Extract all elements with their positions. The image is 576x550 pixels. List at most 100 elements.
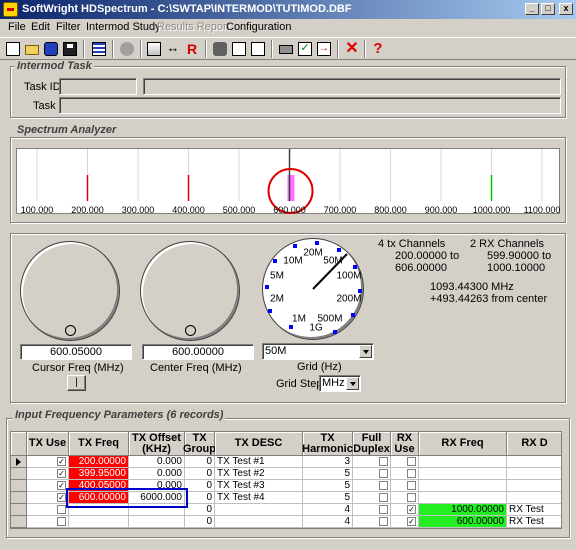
cell-tx-group[interactable]: 0 [185, 456, 215, 468]
cell-rx-desc[interactable] [507, 492, 561, 504]
checkbox[interactable] [379, 469, 388, 478]
column-header-tx-use[interactable]: TX Use [27, 432, 69, 456]
cell-tx-offset[interactable]: 0.000 [129, 456, 185, 468]
cell-full-duplex[interactable] [353, 516, 391, 528]
grid-icon[interactable] [145, 40, 163, 58]
cell-tx-harmonic[interactable]: 5 [303, 492, 353, 504]
cell-rx-freq[interactable] [419, 456, 507, 468]
save-icon[interactable] [61, 40, 79, 58]
column-header-rx-use[interactable]: RX Use [391, 432, 419, 456]
checkbox[interactable] [379, 457, 388, 466]
checkbox-checked[interactable]: ✓ [57, 493, 66, 502]
cell-tx-offset[interactable] [129, 516, 185, 528]
cell-full-duplex[interactable] [353, 468, 391, 480]
row-selector[interactable] [11, 480, 27, 492]
cell-tx-desc[interactable]: TX Test #4 [215, 492, 303, 504]
title-bar[interactable]: SoftWright HDSpectrum - C:\SWTAP\INTERMO… [0, 0, 576, 19]
document-icon[interactable] [230, 40, 248, 58]
minimize-button[interactable]: _ [525, 3, 539, 15]
row-indicator-header[interactable] [11, 432, 27, 456]
cell-full-duplex[interactable] [353, 492, 391, 504]
chevron-down-icon[interactable] [346, 377, 359, 390]
open-database-icon[interactable] [42, 40, 60, 58]
checkbox-checked[interactable]: ✓ [407, 517, 416, 526]
checkbox[interactable] [379, 505, 388, 514]
cell-rx-freq[interactable]: 600.00000 [419, 516, 507, 528]
frequency-table[interactable]: TX Use ✓ ✓ ✓ ✓ TX Freq 200.00000 399.95000 400.0… [10, 431, 562, 529]
cell-tx-group[interactable]: 0 [185, 516, 215, 528]
cell-tx-harmonic[interactable]: 5 [303, 468, 353, 480]
checkbox-checked[interactable]: ✓ [407, 505, 416, 514]
cursor-freq-input[interactable]: 600.05000 [20, 344, 132, 360]
column-header-rx-desc[interactable]: RX D [507, 432, 561, 456]
cell-rx-desc[interactable] [507, 480, 561, 492]
cell-tx-harmonic[interactable]: 4 [303, 516, 353, 528]
cell-rx-desc[interactable] [507, 468, 561, 480]
cell-tx-use[interactable] [27, 504, 69, 516]
cell-rx-use[interactable]: ✓ [391, 504, 419, 516]
cursor-freq-knob[interactable] [20, 241, 120, 341]
check-edit-icon[interactable]: ✓ [296, 40, 314, 58]
menu-filter[interactable]: Filter [56, 21, 80, 33]
cell-tx-freq[interactable]: 200.00000 [69, 456, 129, 468]
grid-dial[interactable]: 1M 2M 5M 10M 20M 50M 100M 200M 500M 1G [262, 238, 364, 340]
cell-rx-desc[interactable]: RX Test [507, 504, 561, 516]
column-header-tx-group[interactable]: TX Group [183, 432, 216, 456]
cell-tx-use[interactable]: ✓ [27, 480, 69, 492]
checkbox[interactable] [57, 517, 66, 526]
list-icon[interactable] [90, 40, 108, 58]
menu-results-report[interactable]: Results Report [157, 21, 230, 33]
close-button[interactable]: x [559, 3, 573, 15]
app-icon[interactable] [3, 2, 18, 17]
spectrum-plot[interactable]: 100.000 200.000 300.000 400.000 500.000 600.0… [16, 148, 560, 215]
checkbox[interactable] [379, 493, 388, 502]
grid-step-select[interactable]: MHz [319, 375, 361, 392]
delete-x-icon[interactable]: ✕ [343, 40, 361, 58]
column-header-tx-offset[interactable]: TX Offset (KHz) [129, 432, 185, 456]
binoculars-icon[interactable] [211, 40, 229, 58]
center-freq-knob[interactable] [140, 241, 240, 341]
sheet-icon[interactable] [249, 40, 267, 58]
open-folder-icon[interactable] [23, 40, 41, 58]
cell-tx-harmonic[interactable]: 5 [303, 480, 353, 492]
cursor-step-button[interactable]: | [67, 375, 86, 391]
menu-configuration[interactable]: Configuration [226, 21, 291, 33]
chevron-down-icon[interactable] [359, 345, 372, 358]
cell-tx-use[interactable] [27, 516, 69, 528]
cell-tx-group[interactable]: 0 [185, 468, 215, 480]
task-id-description-field[interactable] [143, 78, 561, 95]
cell-tx-group[interactable]: 0 [185, 492, 215, 504]
cell-rx-use[interactable] [391, 492, 419, 504]
column-header-full-duplex[interactable]: Full Duplex [353, 432, 391, 456]
column-header-tx-harmonic[interactable]: TX Harmonic [302, 432, 353, 456]
checkbox-checked[interactable]: ✓ [57, 457, 66, 466]
printer-icon[interactable] [277, 40, 295, 58]
cell-rx-freq[interactable] [419, 468, 507, 480]
task-id-field[interactable] [59, 78, 137, 95]
center-freq-input[interactable]: 600.00000 [142, 344, 254, 360]
cell-tx-use[interactable]: ✓ [27, 456, 69, 468]
cell-full-duplex[interactable] [353, 456, 391, 468]
maximize-button[interactable]: □ [541, 3, 555, 15]
cell-rx-use[interactable] [391, 468, 419, 480]
print-preview-icon[interactable] [118, 40, 136, 58]
cell-rx-freq[interactable] [419, 480, 507, 492]
checkbox[interactable] [407, 481, 416, 490]
menu-intermod-study[interactable]: Intermod Study [86, 21, 161, 33]
checkbox-checked[interactable]: ✓ [57, 481, 66, 490]
column-header-tx-desc[interactable]: TX DESC [215, 432, 303, 456]
cell-tx-desc[interactable] [215, 516, 303, 528]
cell-tx-offset[interactable]: 0.000 [129, 468, 185, 480]
column-header-tx-freq[interactable]: TX Freq [69, 432, 129, 456]
cell-rx-freq[interactable]: 1000.00000 [419, 504, 507, 516]
checkbox-checked[interactable]: ✓ [57, 469, 66, 478]
cell-rx-use[interactable]: ✓ [391, 516, 419, 528]
cell-rx-freq[interactable] [419, 492, 507, 504]
cell-rx-use[interactable] [391, 456, 419, 468]
cell-rx-desc[interactable] [507, 456, 561, 468]
checkbox[interactable] [407, 469, 416, 478]
cell-tx-desc[interactable]: TX Test #2 [215, 468, 303, 480]
cell-tx-desc[interactable]: TX Test #1 [215, 456, 303, 468]
row-selector[interactable] [11, 516, 27, 528]
arrows-icon[interactable]: ↔ [164, 40, 182, 58]
